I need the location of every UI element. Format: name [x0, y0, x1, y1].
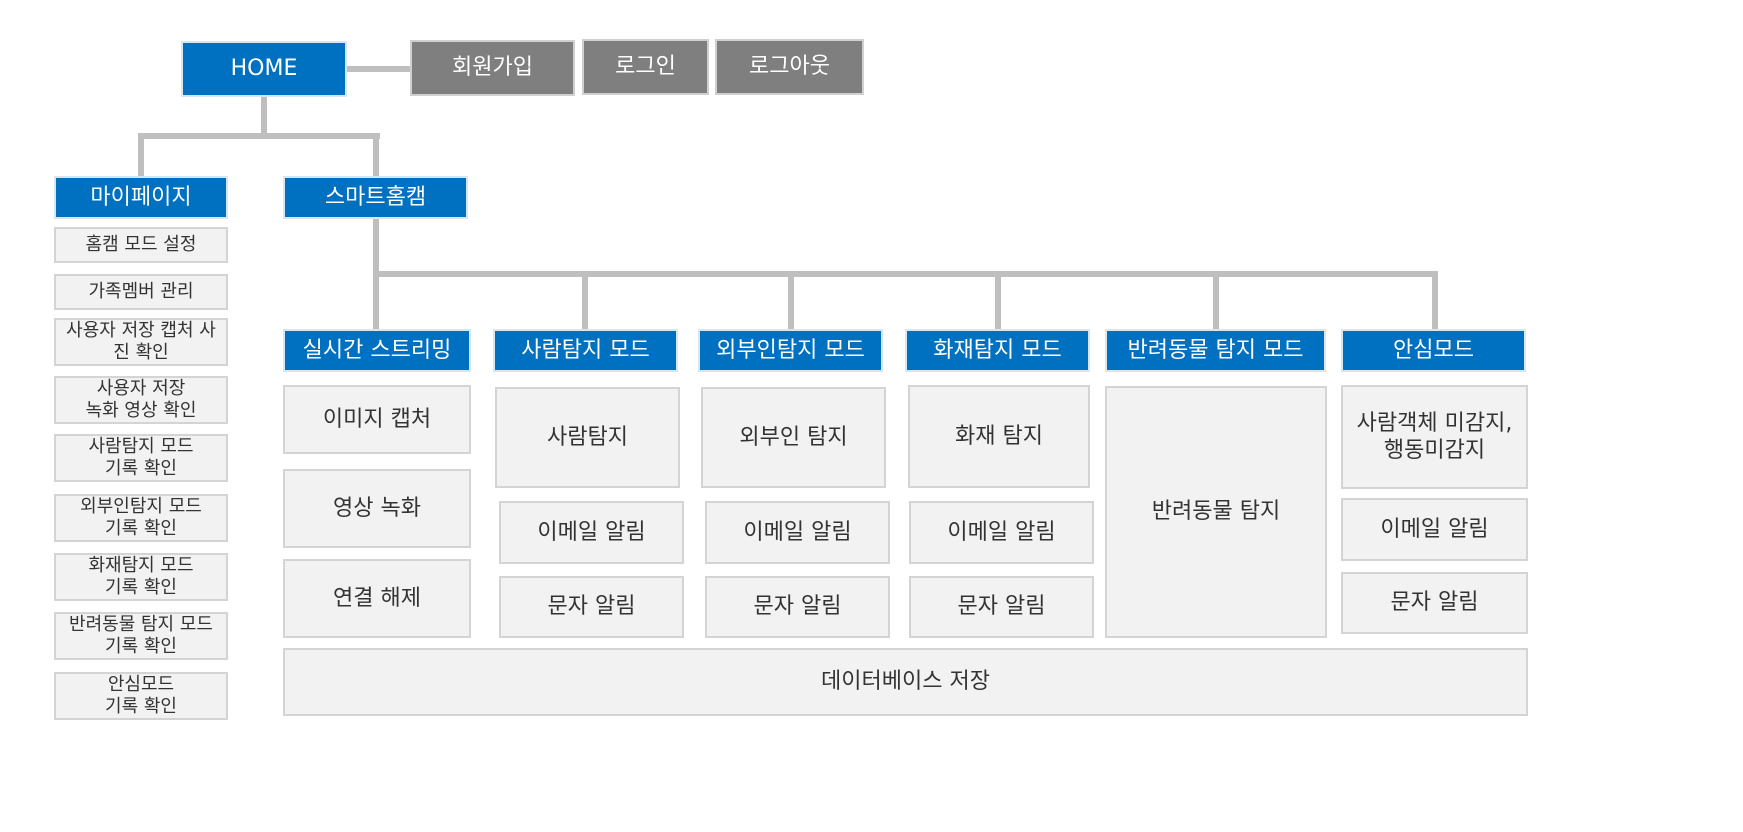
- connector-to-mode-6: [1432, 271, 1438, 331]
- mypage-item-captures[interactable]: 사용자 저장 캡처 사 진 확인: [54, 318, 228, 366]
- person-sms-alert[interactable]: 문자 알림: [499, 576, 684, 638]
- mypage-item-person-log[interactable]: 사람탐지 모드 기록 확인: [54, 434, 228, 482]
- safe-sms-alert[interactable]: 문자 알림: [1341, 572, 1528, 634]
- intruder-sms-alert[interactable]: 문자 알림: [705, 576, 890, 638]
- home-node[interactable]: HOME: [181, 41, 347, 97]
- connector-home-signup: [346, 66, 412, 72]
- safe-no-person-item[interactable]: 사람객체 미감지, 행동미감지: [1341, 385, 1528, 489]
- connector-home-down: [261, 96, 267, 138]
- connector-to-mode-3: [788, 271, 794, 331]
- connector-to-mode-4: [995, 271, 1001, 331]
- mypage-item-intruder-log[interactable]: 외부인탐지 모드 기록 확인: [54, 494, 228, 542]
- intruder-detect-item[interactable]: 외부인 탐지: [701, 387, 886, 488]
- streaming-disconnect[interactable]: 연결 해제: [283, 559, 471, 638]
- safe-email-alert[interactable]: 이메일 알림: [1341, 498, 1528, 561]
- connector-to-mode-5: [1213, 271, 1219, 331]
- mode-pet-detect[interactable]: 반려동물 탐지 모드: [1105, 329, 1326, 372]
- streaming-record[interactable]: 영상 녹화: [283, 469, 471, 548]
- connector-mode-branch: [373, 271, 1437, 277]
- mode-intruder-detect[interactable]: 외부인탐지 모드: [698, 329, 883, 372]
- mypage-item-safe-log[interactable]: 안심모드 기록 확인: [54, 672, 228, 720]
- connector-to-mypage: [138, 133, 144, 178]
- connector-smartcam-down: [373, 218, 379, 276]
- mode-streaming[interactable]: 실시간 스트리밍: [283, 329, 471, 372]
- person-detect-item[interactable]: 사람탐지: [495, 387, 680, 488]
- mode-person-detect[interactable]: 사람탐지 모드: [493, 329, 678, 372]
- mypage-item-family[interactable]: 가족멤버 관리: [54, 274, 228, 310]
- logout-node[interactable]: 로그아웃: [715, 39, 864, 95]
- connector-to-mode-1: [373, 271, 379, 331]
- mode-safe[interactable]: 안심모드: [1341, 329, 1526, 372]
- pet-detect-item[interactable]: 반려동물 탐지: [1105, 386, 1327, 638]
- person-email-alert[interactable]: 이메일 알림: [499, 501, 684, 564]
- signup-node[interactable]: 회원가입: [410, 40, 575, 96]
- streaming-capture[interactable]: 이미지 캡처: [283, 385, 471, 454]
- intruder-email-alert[interactable]: 이메일 알림: [705, 501, 890, 564]
- database-storage[interactable]: 데이터베이스 저장: [283, 648, 1528, 716]
- mypage-item-fire-log[interactable]: 화재탐지 모드 기록 확인: [54, 553, 228, 601]
- connector-to-smartcam: [373, 133, 379, 178]
- fire-sms-alert[interactable]: 문자 알림: [909, 576, 1094, 638]
- fire-email-alert[interactable]: 이메일 알림: [909, 501, 1094, 564]
- mypage-item-pet-log[interactable]: 반려동물 탐지 모드 기록 확인: [54, 612, 228, 660]
- mypage-item-homecam-mode[interactable]: 홈캠 모드 설정: [54, 227, 228, 263]
- mypage-node[interactable]: 마이페이지: [54, 176, 228, 219]
- mypage-item-recordings[interactable]: 사용자 저장 녹화 영상 확인: [54, 376, 228, 424]
- connector-to-mode-2: [582, 271, 588, 331]
- fire-detect-item[interactable]: 화재 탐지: [908, 385, 1090, 488]
- mode-fire-detect[interactable]: 화재탐지 모드: [905, 329, 1090, 372]
- smartcam-node[interactable]: 스마트홈캠: [283, 176, 468, 219]
- login-node[interactable]: 로그인: [582, 39, 709, 95]
- connector-home-branch: [138, 133, 380, 139]
